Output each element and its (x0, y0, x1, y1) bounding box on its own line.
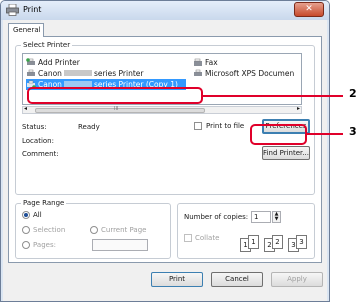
collate-preview: 1 1 2 2 3 3 (240, 234, 314, 256)
tab-panel-general: Select Printer Add Printer Canon series P… (8, 36, 322, 263)
printer-item-label: series Printer (93, 69, 144, 78)
printer-item-label: Microsoft XPS Documen (205, 69, 295, 78)
apply-button[interactable]: Apply (271, 272, 323, 287)
scroll-left-arrow-icon[interactable]: ◂ (24, 105, 27, 112)
redacted-model-name (63, 70, 92, 76)
printer-icon (194, 69, 202, 76)
stepper-down-icon[interactable]: ▼ (275, 216, 279, 222)
callout-highlight-printer (27, 87, 203, 104)
printer-item-label: Canon (38, 69, 62, 78)
scrollbar-thumb[interactable]: III (35, 106, 205, 113)
copies-label: Number of copies: (184, 213, 249, 221)
title-bar: Print ✕ (1, 1, 329, 20)
print-dialog: Print ✕ General Select Printer Add Print… (0, 0, 330, 302)
collate-label: Collate (195, 234, 220, 242)
printer-list-scrollbar[interactable]: ◂ III ▸ (22, 105, 302, 114)
scroll-right-arrow-icon[interactable]: ▸ (297, 105, 300, 112)
printer-item-label: Fax (205, 58, 218, 67)
page-range-group: Page Range All Selection Current Page Pa… (15, 199, 171, 259)
fax-icon (194, 58, 202, 66)
print-to-file-label: Print to file (206, 122, 245, 130)
location-label: Location: (22, 137, 54, 145)
close-button[interactable]: ✕ (294, 2, 324, 17)
select-printer-group: Select Printer Add Printer Canon series P… (15, 41, 315, 195)
printer-item-label: Add Printer (38, 58, 80, 67)
selection-radio[interactable] (22, 226, 30, 234)
collate-checkbox[interactable] (184, 234, 192, 242)
printer-icon (6, 4, 19, 16)
comment-label: Comment: (22, 150, 59, 158)
callout-highlight-preferences (250, 124, 307, 145)
collate-page: 3 (296, 235, 307, 249)
add-printer-icon (26, 58, 35, 65)
tab-general[interactable]: General (8, 23, 44, 37)
current-page-label: Current Page (101, 226, 147, 234)
collate-page-number: 1 (251, 238, 256, 246)
collate-page-number: 3 (299, 238, 304, 246)
print-to-file-checkbox[interactable] (194, 122, 202, 130)
collate-page: 2 (272, 235, 283, 249)
callout-number-3: 3 (349, 125, 357, 138)
collate-page-number: 2 (275, 238, 280, 246)
selection-label: Selection (33, 226, 66, 234)
printer-item-add-printer[interactable]: Add Printer (26, 57, 80, 68)
status-value: Ready (78, 123, 100, 131)
all-label: All (33, 211, 42, 219)
printer-item-fax[interactable]: Fax (193, 57, 218, 68)
pages-label: Pages: (33, 241, 56, 249)
window-title: Print (23, 5, 42, 14)
page-range-label: Page Range (21, 199, 67, 207)
copies-stepper[interactable]: ▲ ▼ (272, 211, 281, 223)
printer-item-xps[interactable]: Microsoft XPS Documen (193, 68, 294, 79)
callout-number-2: 2 (349, 87, 357, 100)
printer-item-canon[interactable]: Canon series Printer (26, 68, 143, 79)
callout-line-2 (203, 95, 343, 97)
find-printer-button[interactable]: Find Printer... (262, 146, 310, 160)
callout-line-3 (307, 133, 343, 135)
scroll-grip: III (114, 106, 119, 112)
all-radio[interactable] (22, 211, 30, 219)
pages-radio[interactable] (22, 241, 30, 249)
print-button[interactable]: Print (151, 272, 203, 287)
select-printer-label: Select Printer (21, 41, 73, 49)
collate-page: 1 (248, 235, 259, 249)
copies-group: Number of copies: 1 ▲ ▼ Collate 1 1 2 2 3… (177, 203, 315, 259)
pages-input[interactable] (92, 239, 148, 251)
dialog-client: General Select Printer Add Printer Canon… (3, 20, 327, 301)
copies-input[interactable]: 1 (251, 211, 271, 223)
status-label: Status: (22, 123, 47, 131)
printer-icon (27, 69, 35, 76)
current-page-radio[interactable] (90, 226, 98, 234)
cancel-button[interactable]: Cancel (211, 272, 263, 287)
